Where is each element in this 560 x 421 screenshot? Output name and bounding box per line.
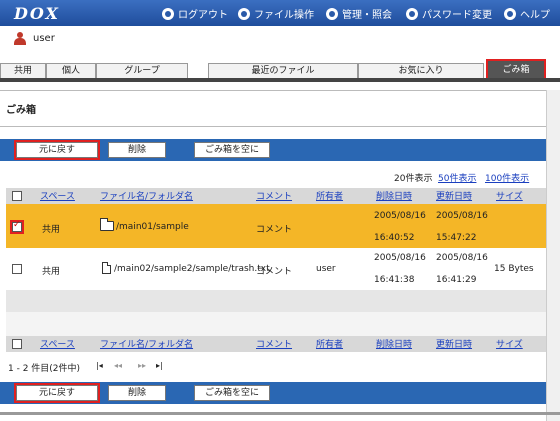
dox-logo: DOX	[14, 4, 60, 23]
row-checkbox[interactable]	[12, 264, 22, 274]
row-comment: コメント	[256, 225, 293, 235]
col-comment[interactable]: コメント	[256, 189, 292, 202]
row-owner: user	[316, 264, 336, 274]
row-deleted-date: 2005/08/16	[374, 253, 426, 263]
pager-range: 1 - 2 件目(2件中)	[8, 364, 81, 374]
row-name[interactable]: /main02/sample2/sample/trash.txt	[114, 264, 270, 274]
row-checkbox[interactable]	[10, 220, 24, 234]
per-page-50-link[interactable]: 50件表示	[438, 171, 476, 184]
row-size: 15 Bytes	[494, 264, 534, 274]
table-row[interactable]: 共用 /main02/sample2/sample/trash.txt コメント…	[6, 248, 546, 290]
table-row[interactable]: 共用 /main01/sample コメント 2005/08/16 16:40:…	[6, 204, 546, 248]
empty-trash-button-top[interactable]: ごみ箱を空に	[194, 142, 270, 158]
select-all-checkbox-bottom[interactable]	[12, 339, 22, 349]
tab-group[interactable]: グループ	[96, 63, 188, 79]
logout-icon	[162, 7, 174, 20]
row-deleted-time: 16:40:52	[374, 233, 415, 243]
per-page-current: 20件表示	[394, 174, 433, 184]
row-space: 共用	[42, 267, 61, 277]
nav-file-ops-label: ファイル操作	[254, 10, 314, 21]
delete-button-top[interactable]: 削除	[108, 142, 166, 158]
row-name[interactable]: /main01/sample	[116, 222, 189, 232]
col-comment[interactable]: コメント	[256, 337, 292, 350]
nav-password-label: パスワード変更	[422, 10, 492, 21]
col-updated[interactable]: 更新日時	[436, 337, 472, 350]
pager-first[interactable]: |◂	[96, 361, 103, 370]
nav-logout[interactable]: ログアウト	[162, 6, 228, 21]
tab-recent[interactable]: 最近のファイル	[208, 63, 358, 79]
row-updated-date: 2005/08/16	[436, 211, 488, 221]
nav-admin[interactable]: 管理・照会	[326, 6, 392, 21]
tab-trash[interactable]: ごみ箱	[486, 59, 546, 81]
row-space: 共用	[42, 225, 61, 235]
col-owner[interactable]: 所有者	[316, 337, 343, 350]
username: user	[33, 33, 55, 44]
restore-button-top[interactable]: 元に戻す	[14, 140, 100, 160]
action-bar-bottom: 元に戻す 削除 ごみ箱を空に	[0, 382, 546, 404]
table-header-top: スペース ファイル名/フォルダ名 コメント 所有者 削除日時 更新日時 サイズ	[6, 188, 546, 204]
col-owner[interactable]: 所有者	[316, 189, 343, 202]
nav-admin-label: 管理・照会	[342, 10, 392, 21]
delete-button-bottom[interactable]: 削除	[108, 385, 166, 401]
select-all-checkbox-top[interactable]	[12, 191, 22, 201]
col-name[interactable]: ファイル名/フォルダ名	[100, 189, 193, 202]
empty-row-band	[6, 290, 546, 312]
row-comment: コメント	[256, 267, 293, 277]
file-icon	[102, 262, 111, 274]
bottom-divider	[0, 412, 560, 415]
top-bar: DOX ログアウト ファイル操作 管理・照会 パスワード変更 ヘルプ	[0, 0, 560, 26]
pager-next[interactable]: ▸▸	[138, 361, 146, 370]
help-icon	[504, 7, 516, 20]
col-size[interactable]: サイズ	[496, 189, 523, 202]
row-deleted-time: 16:41:38	[374, 275, 415, 285]
table-header-bottom: スペース ファイル名/フォルダ名 コメント 所有者 削除日時 更新日時 サイズ	[6, 336, 546, 352]
col-name[interactable]: ファイル名/フォルダ名	[100, 337, 193, 350]
folder-icon	[100, 218, 114, 231]
pager-last[interactable]: ▸|	[156, 361, 163, 370]
col-updated[interactable]: 更新日時	[436, 189, 472, 202]
nav-password[interactable]: パスワード変更	[406, 6, 492, 21]
col-space[interactable]: スペース	[40, 189, 75, 202]
col-space[interactable]: スペース	[40, 337, 75, 350]
tab-favorites[interactable]: お気に入り	[358, 63, 484, 79]
nav-help-label: ヘルプ	[520, 10, 550, 21]
divider	[0, 126, 560, 127]
tab-shared[interactable]: 共用	[0, 63, 46, 79]
row-deleted-date: 2005/08/16	[374, 211, 426, 221]
user-icon	[14, 32, 26, 46]
row-updated-time: 16:41:29	[436, 275, 477, 285]
col-deleted[interactable]: 削除日時	[376, 337, 412, 350]
col-size[interactable]: サイズ	[496, 337, 523, 350]
scrollbar[interactable]	[546, 90, 560, 421]
row-updated-time: 15:47:22	[436, 233, 477, 243]
admin-icon	[326, 7, 338, 20]
nav-file-ops[interactable]: ファイル操作	[238, 6, 314, 21]
restore-button-bottom[interactable]: 元に戻す	[14, 383, 100, 403]
refresh-icon	[406, 7, 418, 20]
page-title: ごみ箱	[6, 105, 36, 116]
tab-personal[interactable]: 個人	[46, 63, 96, 79]
empty-row-band	[6, 312, 546, 336]
file-ops-icon	[238, 7, 250, 20]
empty-trash-button-bottom[interactable]: ごみ箱を空に	[194, 385, 270, 401]
row-updated-date: 2005/08/16	[436, 253, 488, 263]
action-bar-top: 元に戻す 削除 ごみ箱を空に	[0, 139, 546, 161]
col-deleted[interactable]: 削除日時	[376, 189, 412, 202]
nav-help[interactable]: ヘルプ	[504, 6, 550, 21]
nav-logout-label: ログアウト	[178, 10, 228, 21]
pager-prev[interactable]: ◂◂	[114, 361, 122, 370]
divider	[0, 90, 560, 91]
per-page-100-link[interactable]: 100件表示	[485, 171, 529, 184]
tabs-underline	[0, 78, 560, 82]
